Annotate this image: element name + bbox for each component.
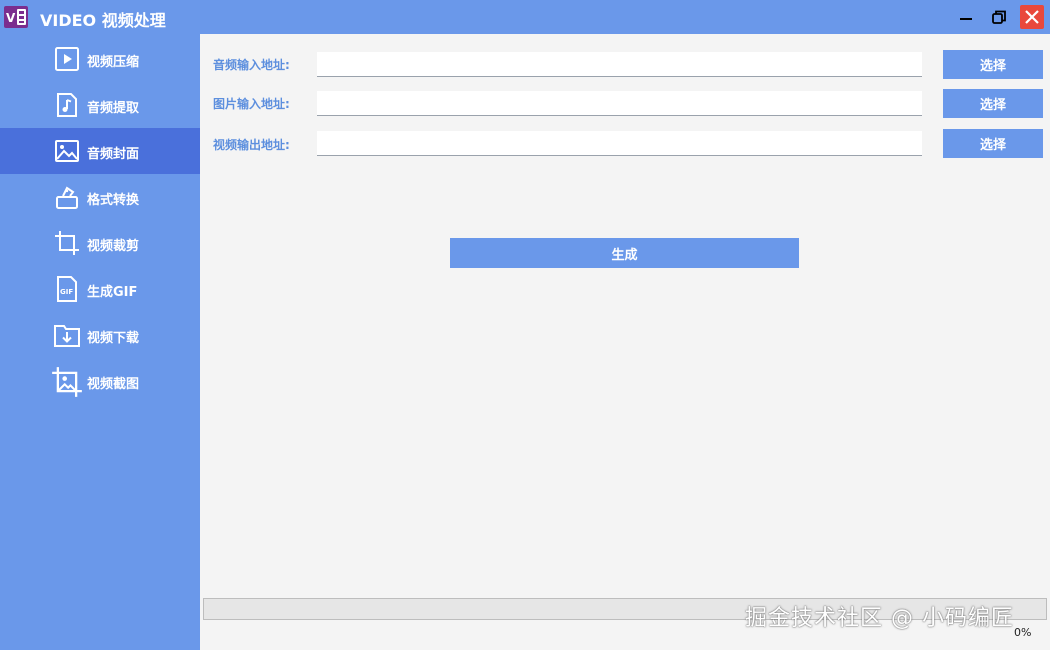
watermark: 掘金技术社区 @ 小码编匠 xyxy=(745,606,1014,631)
music-note-icon xyxy=(57,93,77,117)
sidebar-item-label: 音频封面 xyxy=(87,147,140,162)
audio-select-button[interactable]: 选择 xyxy=(943,50,1043,79)
convert-icon xyxy=(56,186,78,209)
sidebar-item-video-crop[interactable]: 视频裁剪 xyxy=(0,220,200,266)
audio-input-field[interactable] xyxy=(317,52,922,77)
sidebar-item-label: 视频裁剪 xyxy=(87,239,140,254)
image-input-field[interactable] xyxy=(317,91,922,116)
image-input-label: 图片输入地址: xyxy=(213,97,290,111)
video-output-field[interactable] xyxy=(317,131,922,156)
sidebar-item-format-convert[interactable]: 格式转换 xyxy=(0,174,200,220)
sidebar-item-label: 格式转换 xyxy=(87,193,140,208)
title-bar: V VIDEO 视频处理 xyxy=(0,0,1050,34)
image-crop-icon xyxy=(52,367,82,397)
close-button[interactable] xyxy=(1020,5,1044,29)
app-logo-icon: V xyxy=(4,6,28,28)
sidebar-item-label: 生成GIF xyxy=(87,285,138,300)
minimize-button[interactable] xyxy=(954,5,978,29)
minimize-icon xyxy=(960,18,972,20)
app-title: VIDEO 视频处理 xyxy=(40,11,166,30)
audio-input-label: 音频输入地址: xyxy=(213,58,290,72)
sidebar-item-video-compress[interactable]: 视频压缩 xyxy=(0,36,200,82)
progress-percent: 0% xyxy=(1014,626,1032,639)
sidebar-item-audio-cover[interactable]: 音频封面 xyxy=(0,128,200,174)
sidebar: 视频压缩 音频提取 音频封面 格式转换 视频裁剪 GIF 生成GIF 视频下载 … xyxy=(0,34,200,650)
image-icon xyxy=(55,140,79,162)
gif-file-icon: GIF xyxy=(57,276,77,302)
sidebar-item-gif[interactable]: GIF 生成GIF xyxy=(0,266,200,312)
main-panel: 音频输入地址: 选择 图片输入地址: 选择 视频输出地址: 选择 生成 掘金技术… xyxy=(200,34,1050,650)
app-logo-letter: V xyxy=(6,11,16,25)
sidebar-item-label: 视频下载 xyxy=(87,331,140,346)
svg-text:GIF: GIF xyxy=(60,288,73,296)
play-icon xyxy=(55,47,79,71)
crop-icon xyxy=(55,231,79,255)
sidebar-item-video-screenshot[interactable]: 视频截图 xyxy=(0,358,200,404)
image-select-button[interactable]: 选择 xyxy=(943,89,1043,118)
sidebar-item-audio-extract[interactable]: 音频提取 xyxy=(0,82,200,128)
output-select-button[interactable]: 选择 xyxy=(943,129,1043,158)
sidebar-item-label: 视频截图 xyxy=(87,377,140,392)
video-output-label: 视频输出地址: xyxy=(213,138,290,152)
restore-button[interactable] xyxy=(987,5,1011,29)
sidebar-item-label: 视频压缩 xyxy=(87,55,140,70)
restore-icon xyxy=(992,10,1006,24)
download-folder-icon xyxy=(54,325,80,347)
sidebar-item-video-download[interactable]: 视频下载 xyxy=(0,312,200,358)
generate-button[interactable]: 生成 xyxy=(450,238,799,268)
close-icon xyxy=(1025,10,1039,24)
sidebar-item-label: 音频提取 xyxy=(87,101,140,116)
